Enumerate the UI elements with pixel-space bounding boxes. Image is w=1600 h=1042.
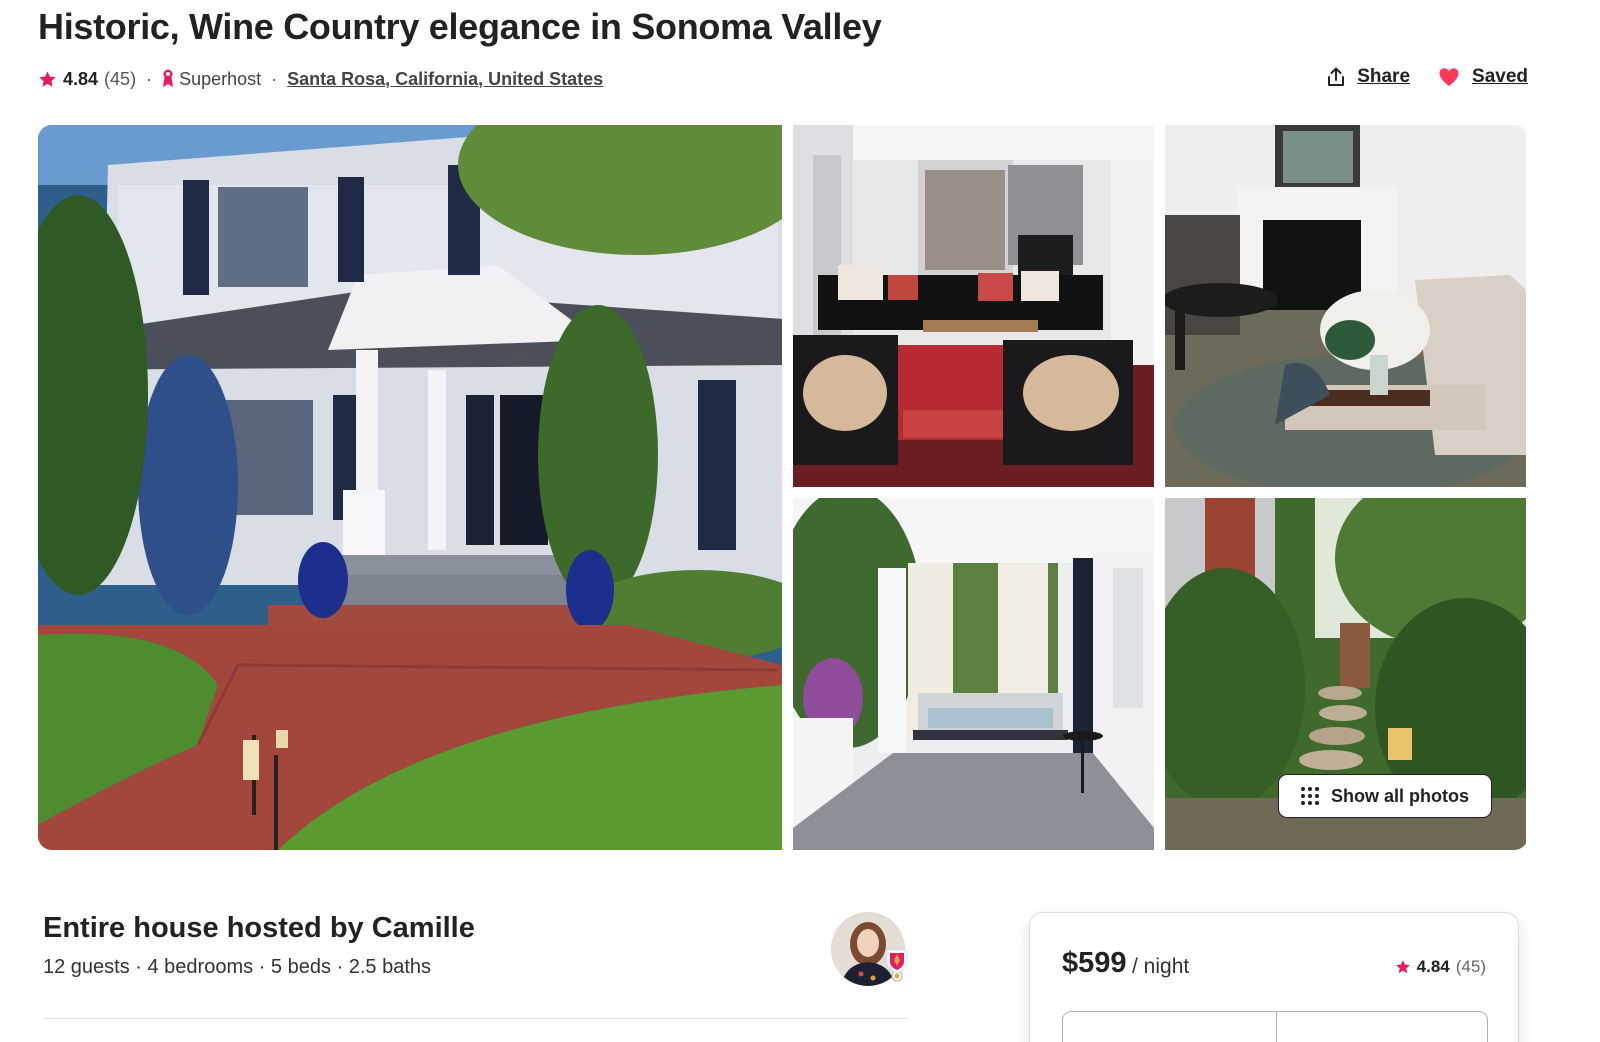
listing-overview-title: Entire house hosted by Camille [43, 912, 475, 944]
date-picker-divider [1276, 1012, 1277, 1042]
separator: · [271, 68, 278, 89]
photo-garden-path[interactable]: Show all photos [1165, 498, 1526, 850]
superhost-ribbon-icon [163, 69, 174, 87]
photo-living-room[interactable] [793, 125, 1154, 487]
listing-capacity-details: 12 guests · 4 bedrooms · 5 beds · 2.5 ba… [43, 956, 431, 978]
star-icon [1395, 960, 1410, 974]
booking-card: $599 / night 4.84 (45) [1029, 912, 1519, 1042]
section-divider [43, 1018, 907, 1019]
separator: · [146, 68, 153, 89]
star-icon [39, 70, 56, 87]
saved-label: Saved [1472, 66, 1528, 87]
photo-porch-swing[interactable] [793, 498, 1154, 850]
booking-reviews-link[interactable]: (45) [1456, 957, 1486, 977]
booking-rating: 4.84 (45) [1395, 957, 1486, 977]
superhost-label: Superhost [179, 68, 262, 89]
reviews-link[interactable]: (45) [104, 69, 136, 90]
price-per-night: $599 [1062, 947, 1127, 979]
share-button[interactable]: Share [1327, 66, 1410, 88]
heart-icon [1439, 68, 1459, 86]
location-link[interactable]: Santa Rosa, California, United States [287, 69, 603, 90]
photo-gallery: 725 Show all photos [38, 125, 1528, 850]
listing-actions: Share Saved [1327, 66, 1528, 88]
photo-house-exterior[interactable]: 725 [38, 125, 782, 850]
booking-rating-value: 4.84 [1416, 957, 1450, 976]
superhost-badge-icon [886, 949, 908, 982]
share-label: Share [1357, 66, 1411, 87]
saved-button[interactable]: Saved [1438, 66, 1528, 88]
rating-value: 4.84 [63, 68, 99, 89]
show-all-photos-button[interactable]: Show all photos [1278, 774, 1492, 818]
show-all-photos-label: Show all photos [1331, 785, 1469, 806]
photo-fireplace-lounge[interactable] [1165, 125, 1526, 487]
listing-title: Historic, Wine Country elegance in Sonom… [38, 6, 882, 47]
listing-meta: 4.84 (45) · Superhost · Santa Rosa, Cali… [38, 64, 603, 94]
price-unit: / night [1132, 955, 1190, 978]
house-number: 725 [510, 356, 531, 369]
share-icon [1328, 67, 1345, 86]
grid-dots-icon [1301, 787, 1319, 805]
date-picker[interactable] [1062, 1011, 1488, 1042]
